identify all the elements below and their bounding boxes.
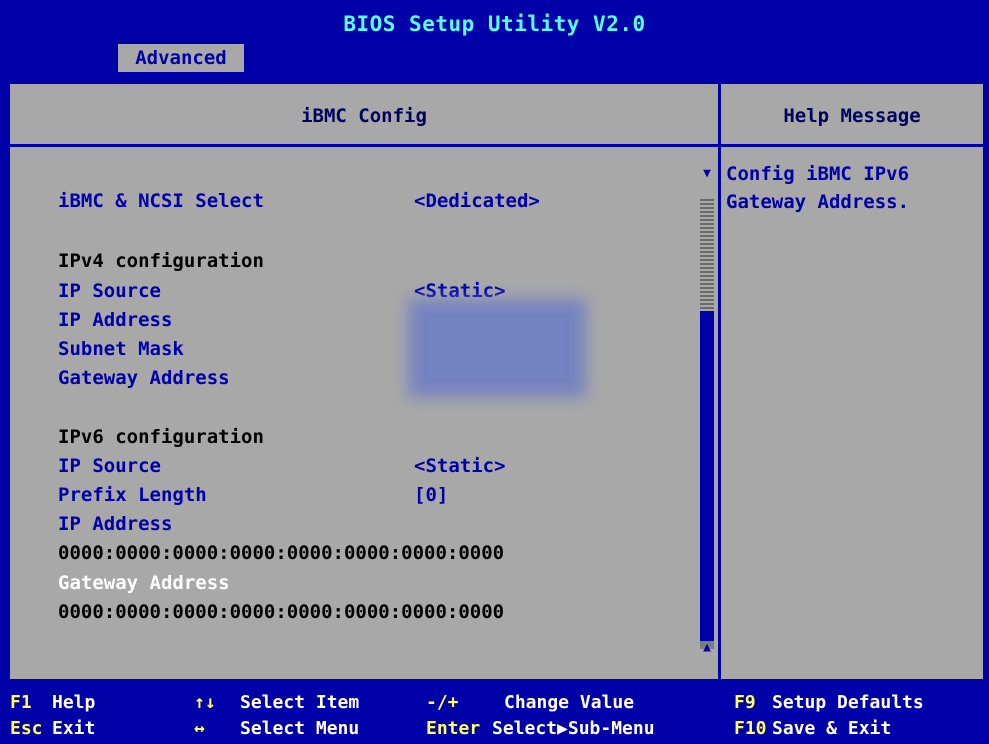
setting-ipv4-gateway-address[interactable]: Gateway Address (58, 367, 230, 389)
help-title: Help Message (783, 105, 921, 127)
ipv4-section-label: IPv4 configuration (58, 250, 264, 272)
main-panel: iBMC Config Help Message iBMC & NCSI Sel… (10, 84, 983, 679)
value-ipv6-ip-address: 0000:0000:0000:0000:0000:0000:0000:0000 (58, 542, 505, 564)
setting-ipv4-ip-address[interactable]: IP Address (58, 309, 172, 331)
setting-ipv4-ip-source[interactable]: IP Source (58, 280, 161, 302)
key-f10: F10 (734, 718, 767, 739)
key-f1: F1 (10, 692, 32, 713)
scroll-up-arrow-icon[interactable]: ▼ (700, 166, 714, 181)
setting-ipv6-ip-source[interactable]: IP Source (58, 455, 161, 477)
key-plus-minus: -/+ (426, 692, 459, 713)
redacted-ipv4-values (408, 299, 586, 397)
value-ibmc-ncsi-select[interactable]: <Dedicated> (414, 190, 540, 212)
column-divider (718, 84, 721, 679)
app-title: BIOS Setup Utility V2.0 (343, 12, 646, 36)
key-select-item-desc: Select Item (240, 692, 360, 713)
setting-ipv4-subnet-mask[interactable]: Subnet Mask (58, 338, 184, 360)
scroll-down-arrow-icon[interactable]: ▲ (700, 640, 714, 655)
key-legend-bar: F1 Help Esc Exit ↑↓ Select Item ↔ Select… (0, 682, 989, 744)
setting-ibmc-ncsi-select[interactable]: iBMC & NCSI Select (58, 190, 264, 212)
section-title: iBMC Config (301, 105, 427, 127)
value-ipv6-ip-source[interactable]: <Static> (414, 455, 506, 477)
key-change-value-desc: Change Value (504, 692, 635, 713)
leftright-arrows-icon: ↔ (194, 718, 205, 739)
setting-ipv6-prefix-length[interactable]: Prefix Length (58, 484, 207, 506)
setting-ipv6-gateway-address-selected[interactable]: Gateway Address (58, 572, 230, 594)
help-message-text: Config iBMC IPv6 Gateway Address. (726, 163, 910, 213)
value-ipv6-prefix-length[interactable]: [0] (414, 484, 448, 506)
header-divider (10, 144, 983, 147)
key-esc-desc: Exit (52, 718, 96, 739)
key-submenu-desc: Select▶Sub-Menu (492, 718, 655, 739)
key-setup-defaults-desc: Setup Defaults (772, 692, 924, 713)
key-esc: Esc (10, 718, 43, 739)
key-save-exit-desc: Save & Exit (772, 718, 892, 739)
scrollbar-track-pattern (700, 199, 714, 311)
key-enter: Enter (426, 718, 481, 739)
key-select-menu-desc: Select Menu (240, 718, 360, 739)
updown-arrows-icon: ↑↓ (194, 692, 216, 713)
title-bar: BIOS Setup Utility V2.0 Advanced (0, 0, 989, 76)
tab-advanced[interactable]: Advanced (118, 44, 244, 72)
setting-ipv6-ip-address[interactable]: IP Address (58, 513, 172, 535)
value-ipv6-gateway-address: 0000:0000:0000:0000:0000:0000:0000:0000 (58, 601, 505, 623)
key-f9: F9 (734, 692, 756, 713)
scrollbar-thumb[interactable] (700, 311, 714, 641)
ipv6-section-label: IPv6 configuration (58, 426, 264, 448)
key-f1-desc: Help (52, 692, 96, 713)
